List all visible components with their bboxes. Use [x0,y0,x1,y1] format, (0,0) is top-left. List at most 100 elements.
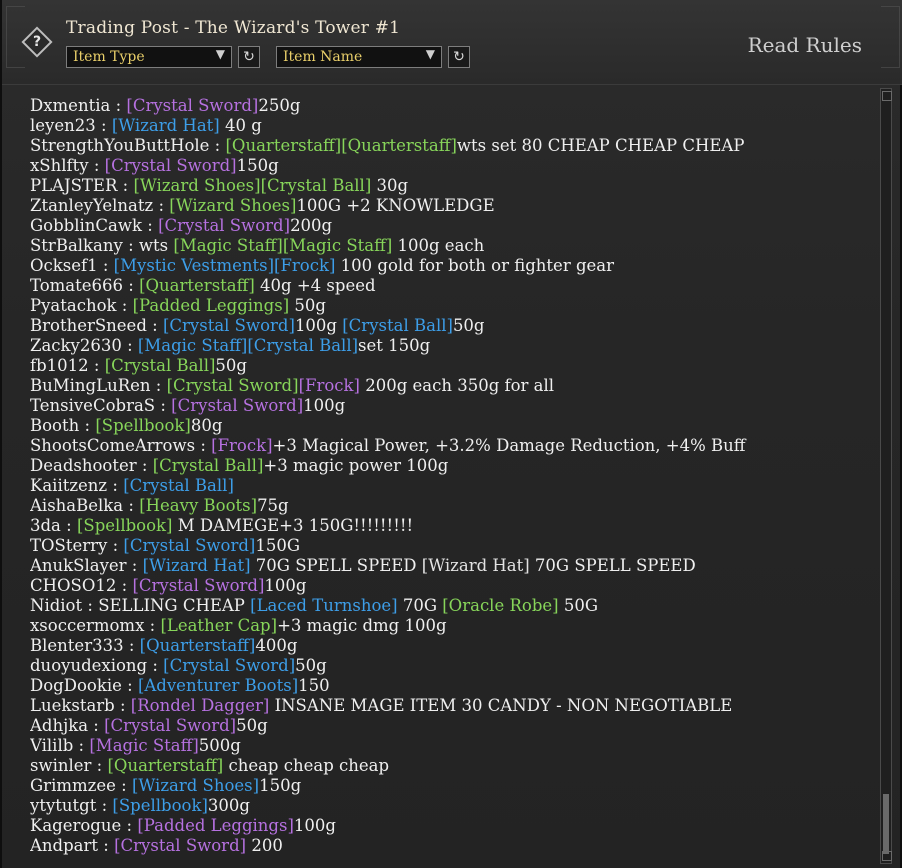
item-link[interactable]: [Frock] [211,436,272,455]
player-name[interactable]: Blenter333 [30,636,124,655]
item-link[interactable]: [Quarterstaff] [139,276,255,295]
item-link[interactable]: [Heavy Boots] [139,496,257,515]
item-link[interactable]: [Wizard Hat] [422,556,530,575]
item-link[interactable]: [Oracle Robe] [442,596,558,615]
player-name[interactable]: xsoccermomx [30,616,144,635]
item-link[interactable]: [Crystal Sword] [123,536,255,555]
player-name[interactable]: PLAJSTER [30,176,117,195]
item-link[interactable]: [Crystal Ball] [342,316,453,335]
player-name[interactable]: Dxmentia [30,96,110,115]
item-link[interactable]: [Frock] [274,256,335,275]
player-name[interactable]: ShootsComeArrows [30,436,195,455]
player-name[interactable]: Vililb [30,736,73,755]
player-name[interactable]: BuMingLuRen [30,376,151,395]
item-link[interactable]: [Wizard Shoes] [169,196,296,215]
item-link[interactable]: [Crystal Ball] [261,176,372,195]
player-name[interactable]: CHOSO12 [30,576,116,595]
item-link[interactable]: [Crystal Sword] [132,576,264,595]
item-name-refresh-button[interactable]: ↻ [448,46,470,68]
help-button[interactable]: ? [21,26,53,58]
item-link[interactable]: [Crystal Ball] [153,456,264,475]
player-name[interactable]: ZtanleyYelnatz [30,196,153,215]
item-link[interactable]: [Mystic Vestments] [114,256,274,275]
item-link[interactable]: [Magic Staff] [173,236,282,255]
player-name[interactable]: Adhjka [30,716,88,735]
chat-scrollbar[interactable] [880,88,892,864]
item-link[interactable]: [Crystal Sword] [104,716,236,735]
item-type-refresh-button[interactable]: ↻ [238,46,260,68]
player-name[interactable]: BrotherSneed [30,316,147,335]
item-link[interactable]: [Padded Leggings] [133,296,290,315]
player-name[interactable]: Tomate666 [30,276,123,295]
player-name[interactable]: Zacky2630 [30,336,122,355]
item-link[interactable]: [Rondel Dagger] [131,696,270,715]
scroll-down-arrow-icon[interactable] [882,851,892,861]
item-link[interactable]: [Crystal Sword] [105,156,237,175]
item-link[interactable]: [Crystal Sword] [167,376,299,395]
player-name[interactable]: DogDookie [30,676,122,695]
player-name[interactable]: TOSterry [30,536,107,555]
player-name[interactable]: swinler [30,756,91,775]
item-link[interactable]: [Crystal Ball] [247,336,358,355]
item-link[interactable]: [Leather Cap] [160,616,277,635]
scrollbar-thumb[interactable] [883,794,889,854]
scroll-up-arrow-icon[interactable] [882,91,892,101]
item-link[interactable]: [Wizard Shoes] [132,776,259,795]
player-name[interactable]: Pyatachok [30,296,117,315]
item-type-dropdown[interactable]: Item Type ▼ [66,46,232,68]
player-name[interactable]: Kagerogue [30,816,121,835]
item-link[interactable]: [Spellbook] [77,516,173,535]
player-name[interactable]: AishaBelka [30,496,123,515]
item-link[interactable]: [Crystal Ball] [105,356,216,375]
item-link[interactable]: [Crystal Sword] [171,396,303,415]
item-link[interactable]: [Crystal Sword] [163,316,295,335]
item-link[interactable]: [Wizard Shoes] [133,176,260,195]
message-text: 100g [294,316,343,335]
item-link[interactable]: [Crystal Sword] [114,836,246,855]
separator: : [142,216,159,235]
player-name[interactable]: Booth [30,416,79,435]
item-link[interactable]: [Quarterstaff] [108,756,224,775]
item-link[interactable]: [Padded Leggings] [137,816,294,835]
read-rules-button[interactable]: Read Rules [748,33,862,57]
player-name[interactable]: 3da [30,516,61,535]
player-name[interactable]: Ocksef1 [30,256,98,275]
item-link[interactable]: [Wizard Hat] [143,556,251,575]
item-link[interactable]: [Magic Staff] [283,236,392,255]
player-name[interactable]: AnukSlayer [30,556,127,575]
item-link[interactable]: [Crystal Sword] [158,216,290,235]
item-link[interactable]: [Spellbook] [112,796,208,815]
item-link[interactable]: [Crystal Sword] [163,656,295,675]
item-name-dropdown[interactable]: Item Name ▼ [276,46,442,68]
item-link[interactable]: [Adventurer Boots] [138,676,298,695]
player-name[interactable]: leyen23 [30,116,96,135]
player-name[interactable]: fb1012 [30,356,89,375]
player-name[interactable]: Deadshooter [30,456,137,475]
player-name[interactable]: TensiveCobraS [30,396,155,415]
item-link[interactable]: [Crystal Ball] [123,476,234,495]
player-name[interactable]: Kaiitzenz [30,476,107,495]
item-link[interactable]: [Quarterstaff][Quarterstaff] [226,136,457,155]
player-name[interactable]: duoyudexiong [30,656,147,675]
item-link[interactable]: [Wizard Hat] [112,116,220,135]
item-link[interactable]: [Magic Staff] [89,736,198,755]
item-link[interactable]: [Crystal Sword] [126,96,258,115]
message-text: cheap cheap cheap [223,756,390,775]
player-name[interactable]: Luekstarb [30,696,115,715]
player-name[interactable]: GobblinCawk [30,216,142,235]
separator: : [126,556,143,575]
trade-chat-log[interactable]: Dxmentia : [Crystal Sword]250g leyen23 : … [30,96,870,868]
player-name[interactable]: ytytutgt [30,796,96,815]
player-name[interactable]: xShlfty [30,156,89,175]
player-name[interactable]: Grimmzee [30,776,116,795]
player-name[interactable]: Nidiot [30,596,82,615]
item-link[interactable]: [Quarterstaff] [140,636,256,655]
separator: : [116,296,133,315]
item-link[interactable]: [Magic Staff] [138,336,247,355]
item-link[interactable]: [Frock] [299,376,360,395]
item-link[interactable]: [Spellbook] [95,416,191,435]
item-link[interactable]: [Laced Turnshoe] [250,596,397,615]
player-name[interactable]: Andpart [30,836,98,855]
player-name[interactable]: StrengthYouButtHole [30,136,209,155]
player-name[interactable]: StrBalkany [30,236,123,255]
